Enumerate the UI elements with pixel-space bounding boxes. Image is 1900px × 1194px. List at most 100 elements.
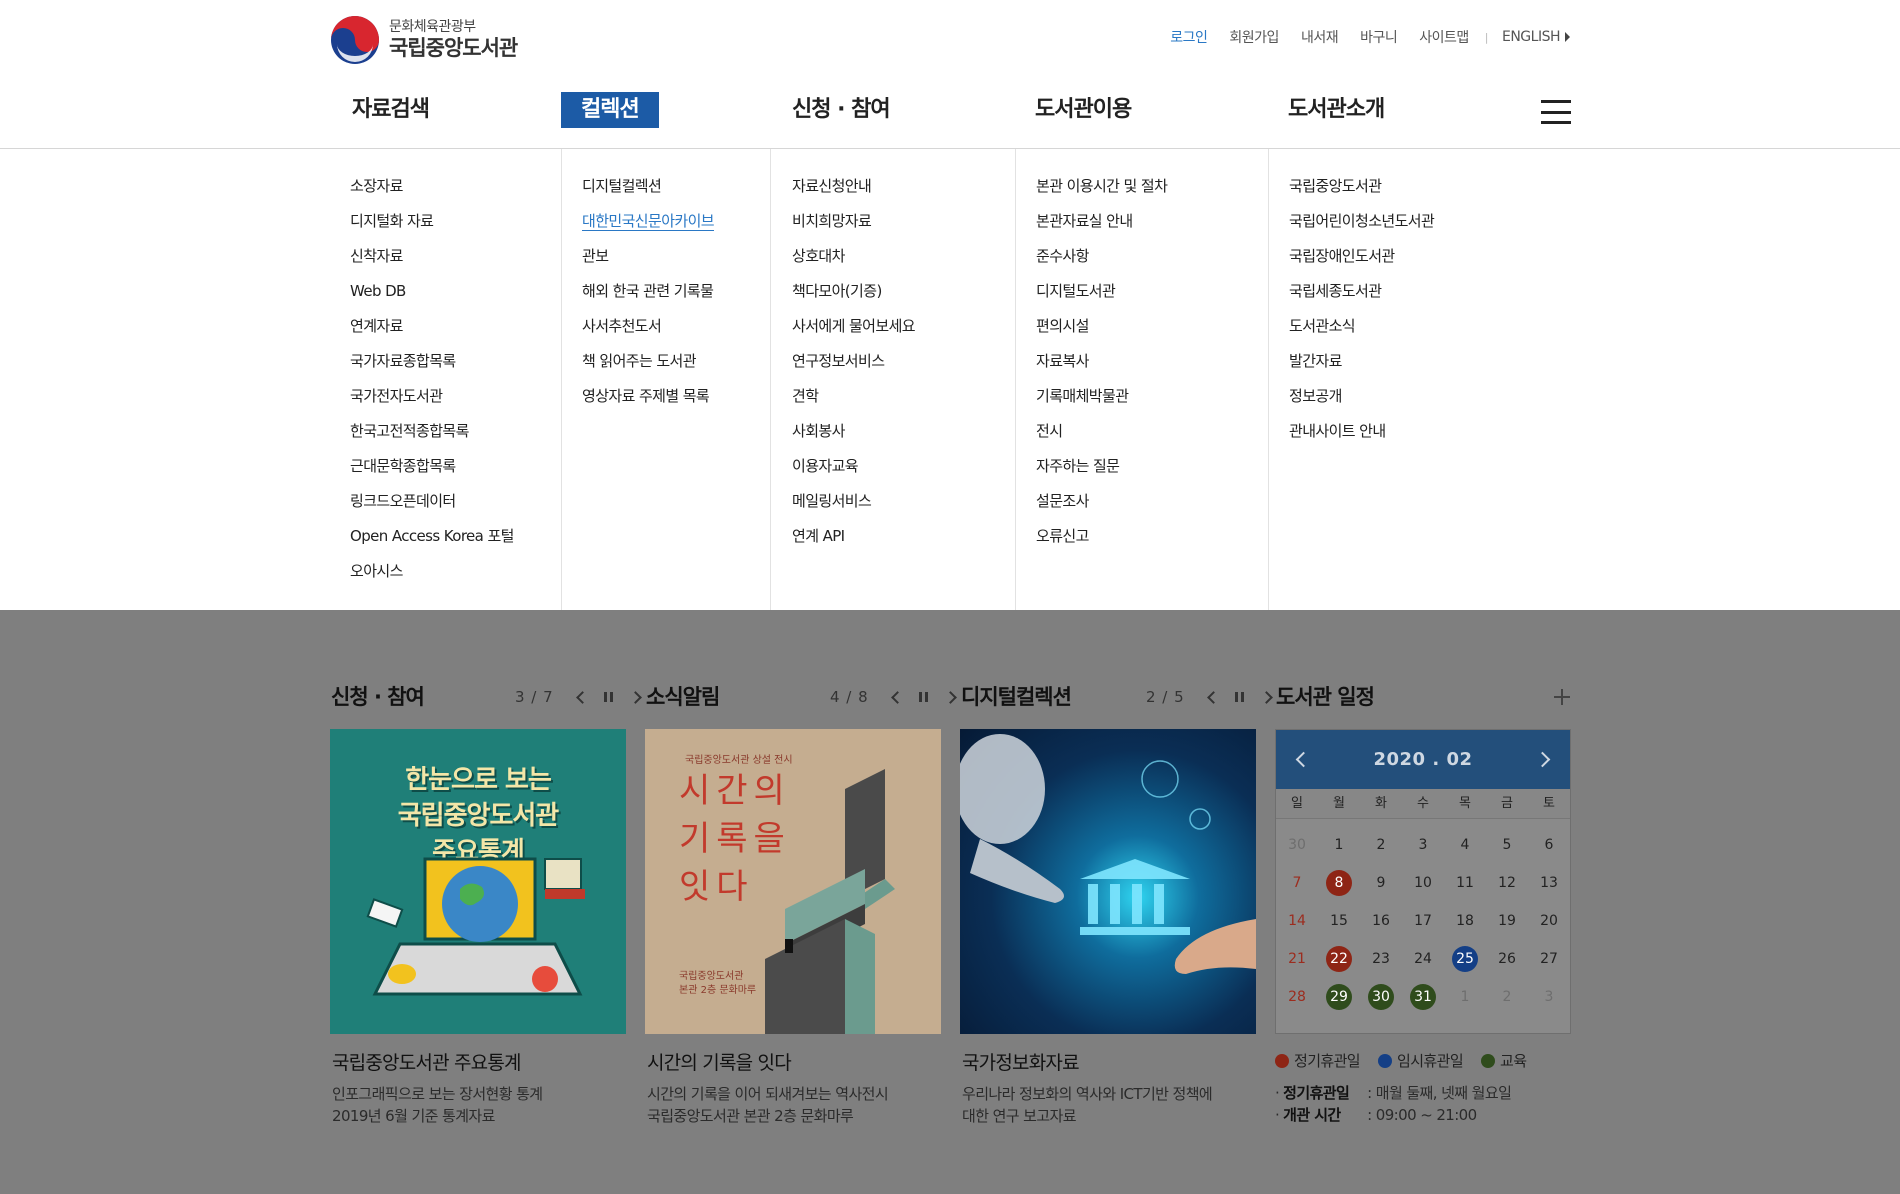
calendar-day[interactable]: 30 [1276,826,1318,864]
menu-item[interactable]: 디지털컬렉션 [582,175,714,210]
calendar-day[interactable]: 2 [1486,978,1528,1016]
calendar-day[interactable]: 17 [1402,902,1444,940]
calendar-day[interactable]: 20 [1528,902,1570,940]
pause-icon[interactable] [1234,692,1246,702]
menu-item[interactable]: 소장자료 [350,175,514,210]
menu-item[interactable]: 책 읽어주는 도서관 [582,350,714,385]
login-link[interactable]: 로그인 [1170,27,1208,47]
menu-item[interactable]: 본관 이용시간 및 절차 [1036,175,1168,210]
card-title-exhibition[interactable]: 시간의 기록을 잇다 [647,1050,792,1076]
menu-item[interactable]: 근대문학종합목록 [350,455,514,490]
basket-link[interactable]: 바구니 [1360,27,1398,47]
menu-item[interactable]: 본관자료실 안내 [1036,210,1167,245]
calendar-day[interactable]: 27 [1528,940,1570,978]
card-title-digital[interactable]: 국가정보화자료 [962,1050,1080,1076]
calendar-day[interactable]: 5 [1486,826,1528,864]
menu-item[interactable]: 상호대차 [792,245,915,280]
menu-item[interactable]: 발간자료 [1289,350,1434,385]
menu-item[interactable]: 신착자료 [350,245,514,280]
calendar-day[interactable]: 24 [1402,940,1444,978]
calendar-day[interactable]: 1 [1444,978,1486,1016]
gnb-library-use[interactable]: 도서관이용 [1035,92,1132,128]
menu-item[interactable]: 국립어린이청소년도서관 [1289,210,1435,245]
menu-item[interactable]: 오아시스 [350,560,514,595]
calendar-day[interactable]: 1 [1318,826,1360,864]
menu-item[interactable]: 영상자료 주제별 목록 [582,385,714,420]
menu-item[interactable]: 자료신청안내 [792,175,915,210]
menu-item[interactable]: 사회봉사 [792,420,915,455]
calendar-day[interactable]: 2 [1360,826,1402,864]
menu-item[interactable]: 편의시설 [1036,315,1167,350]
card-title-statistics[interactable]: 국립중앙도서관 주요통계 [332,1050,522,1076]
calendar-day[interactable]: 8 [1318,864,1360,902]
calendar-day[interactable]: 11 [1444,864,1486,902]
my-library-link[interactable]: 내서재 [1301,27,1339,47]
calendar-day[interactable]: 31 [1402,978,1444,1016]
card-image-exhibition[interactable]: 국립중앙도서관 상설 전시 시간의 기록을 잇다 국립중앙도서관 본관 2층 문… [645,729,941,1034]
menu-item[interactable]: 국립중앙도서관 [1289,175,1434,210]
calendar-day[interactable]: 29 [1318,978,1360,1016]
menu-item[interactable]: 국가전자도서관 [350,385,514,420]
all-menu-hamburger-icon[interactable] [1541,100,1571,124]
menu-item[interactable]: 메일링서비스 [792,490,915,525]
menu-item[interactable]: 연계자료 [350,315,514,350]
prev-arrow-icon[interactable] [575,690,589,704]
site-logo[interactable]: 문화체육관광부 국립중앙도서관 [329,13,518,67]
menu-item[interactable]: 디지털도서관 [1036,280,1167,315]
menu-item[interactable]: 전시 [1036,420,1167,455]
gnb-collection[interactable]: 컬렉션 [561,92,659,128]
more-plus-icon[interactable] [1554,689,1570,705]
menu-item[interactable]: 기록매체박물관 [1036,385,1167,420]
next-arrow-icon[interactable] [943,690,957,704]
calendar-day[interactable]: 6 [1528,826,1570,864]
menu-item[interactable]: 준수사항 [1036,245,1167,280]
calendar-day[interactable]: 18 [1444,902,1486,940]
menu-item[interactable]: 국립장애인도서관 [1289,245,1434,280]
menu-item[interactable]: 오류신고 [1036,525,1167,560]
menu-item[interactable]: 링크드오픈데이터 [350,490,514,525]
menu-item[interactable]: 도서관소식 [1289,315,1434,350]
calendar-day[interactable]: 3 [1402,826,1444,864]
calendar-day[interactable]: 13 [1528,864,1570,902]
calendar-day[interactable]: 3 [1528,978,1570,1016]
calendar-day[interactable]: 30 [1360,978,1402,1016]
signup-link[interactable]: 회원가입 [1229,27,1279,47]
calendar-day[interactable]: 25 [1444,940,1486,978]
menu-item[interactable]: 견학 [792,385,915,420]
menu-item[interactable]: 사서추천도서 [582,315,714,350]
calendar-day[interactable]: 14 [1276,902,1318,940]
menu-item[interactable]: 관내사이트 안내 [1289,420,1434,455]
sitemap-link[interactable]: 사이트맵 [1419,27,1469,47]
menu-item[interactable]: 이용자교육 [792,455,915,490]
menu-item[interactable]: 자료복사 [1036,350,1167,385]
calendar-day[interactable]: 26 [1486,940,1528,978]
calendar-day[interactable]: 9 [1360,864,1402,902]
menu-item[interactable]: 자주하는 질문 [1036,455,1167,490]
menu-item[interactable]: 해외 한국 관련 기록물 [582,280,714,315]
menu-item[interactable]: 비치희망자료 [792,210,915,245]
prev-arrow-icon[interactable] [890,690,904,704]
calendar-day[interactable]: 28 [1276,978,1318,1016]
calendar-day[interactable]: 19 [1486,902,1528,940]
gnb-search[interactable]: 자료검색 [352,92,430,128]
menu-item[interactable]: 디지털화 자료 [350,210,514,245]
menu-item-active[interactable]: 대한민국신문아카이브 [582,210,715,245]
calendar-day[interactable]: 10 [1402,864,1444,902]
gnb-library-intro[interactable]: 도서관소개 [1288,92,1385,128]
card-image-digital[interactable] [960,729,1256,1034]
prev-arrow-icon[interactable] [1206,690,1220,704]
next-month-icon[interactable] [1534,751,1551,768]
calendar-day[interactable]: 23 [1360,940,1402,978]
pause-icon[interactable] [918,692,930,702]
menu-item[interactable]: 국립세종도서관 [1289,280,1434,315]
card-image-statistics[interactable]: 한눈으로 보는 국립중앙도서관 주요통계 [330,729,626,1034]
calendar-day[interactable]: 12 [1486,864,1528,902]
menu-item[interactable]: 관보 [582,245,714,280]
prev-month-icon[interactable] [1295,751,1312,768]
calendar-day[interactable]: 7 [1276,864,1318,902]
menu-item[interactable]: Open Access Korea 포털 [350,525,514,560]
calendar-day[interactable]: 22 [1318,940,1360,978]
menu-item[interactable]: 책다모아(기증) [792,280,915,315]
menu-item[interactable]: 정보공개 [1289,385,1434,420]
gnb-participation[interactable]: 신청 · 참여 [792,92,891,128]
